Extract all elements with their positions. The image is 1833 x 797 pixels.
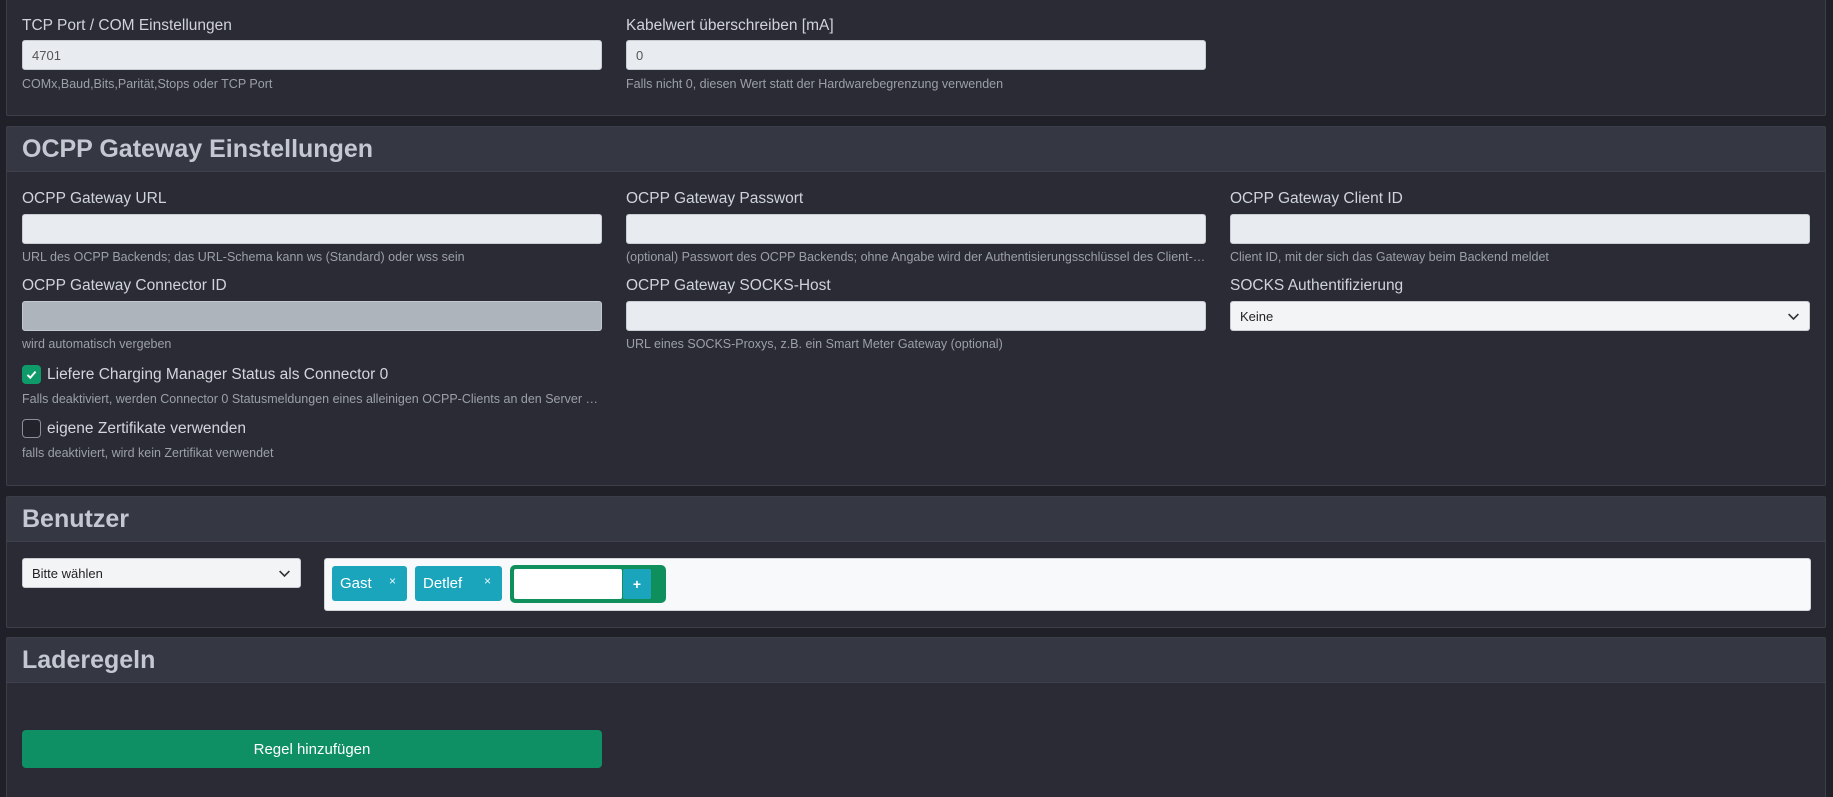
user-tag: Detlef ×: [415, 566, 502, 601]
ocpp-card-header: OCPP Gateway Einstellungen: [7, 127, 1825, 172]
charging-rules-card: Laderegeln Regel hinzufügen: [6, 637, 1826, 797]
cm-status-checkbox-row[interactable]: Liefere Charging Manager Status als Conn…: [22, 365, 388, 384]
users-card: Benutzer Bitte wählen Gast × Detlef × +: [6, 496, 1826, 628]
ocpp-card-title: OCPP Gateway Einstellungen: [22, 134, 374, 163]
tag-input[interactable]: [514, 569, 622, 599]
cable-value-value: 0: [636, 47, 644, 63]
ocpp-url-help: URL des OCPP Backends; das URL-Schema ka…: [22, 250, 465, 264]
user-tag: Gast ×: [332, 566, 407, 601]
cm-status-label: Liefere Charging Manager Status als Conn…: [47, 365, 389, 383]
ocpp-connector-id-input: [22, 301, 602, 331]
ocpp-gateway-card: OCPP Gateway Einstellungen OCPP Gateway …: [6, 126, 1826, 486]
chevron-down-icon: [1788, 312, 1799, 320]
tag-remove-button[interactable]: ×: [484, 574, 491, 588]
cm-status-help: Falls deaktiviert, werden Connector 0 St…: [22, 392, 602, 406]
ocpp-client-id-help: Client ID, mit der sich das Gateway beim…: [1230, 250, 1549, 264]
check-icon: [26, 371, 37, 380]
certs-checkbox-row[interactable]: eigene Zertifikate verwenden: [22, 419, 246, 438]
user-tag-box: Gast × Detlef × +: [324, 558, 1811, 611]
ocpp-client-id-input[interactable]: [1230, 214, 1810, 244]
socks-auth-value: Keine: [1240, 308, 1274, 324]
certs-help: falls deaktiviert, wird kein Zertifikat …: [22, 446, 274, 460]
ocpp-password-label: OCPP Gateway Passwort: [626, 190, 804, 207]
ocpp-socks-host-input[interactable]: [626, 301, 1206, 331]
ocpp-password-input[interactable]: [626, 214, 1206, 244]
ocpp-url-input[interactable]: [22, 214, 602, 244]
socks-auth-label: SOCKS Authentifizierung: [1230, 277, 1404, 294]
ocpp-url-label: OCPP Gateway URL: [22, 190, 167, 207]
add-rule-button[interactable]: Regel hinzufügen: [22, 730, 602, 768]
ocpp-connector-id-label: OCPP Gateway Connector ID: [22, 277, 227, 294]
user-select-value: Bitte wählen: [32, 565, 103, 581]
ocpp-client-id-label: OCPP Gateway Client ID: [1230, 190, 1403, 207]
cm-status-checkbox[interactable]: [22, 365, 41, 384]
socks-auth-select[interactable]: Keine: [1230, 301, 1810, 331]
ocpp-socks-host-label: OCPP Gateway SOCKS-Host: [626, 277, 831, 294]
tag-remove-button[interactable]: ×: [389, 574, 396, 588]
ocpp-socks-host-help: URL eines SOCKS-Proxys, z.B. ein Smart M…: [626, 337, 1003, 351]
certs-checkbox[interactable]: [22, 419, 41, 438]
tcp-port-help: COMx,Baud,Bits,Parität,Stops oder TCP Po…: [22, 77, 273, 91]
users-card-header: Benutzer: [7, 497, 1825, 542]
modbus-settings-card: TCP Port / COM Einstellungen 4701 COMx,B…: [6, 0, 1826, 116]
cable-value-help: Falls nicht 0, diesen Wert statt der Har…: [626, 77, 1004, 91]
ocpp-password-help: (optional) Passwort des OCPP Backends; o…: [626, 250, 1206, 264]
rules-card-title: Laderegeln: [22, 645, 156, 674]
tcp-port-input[interactable]: 4701: [22, 40, 602, 70]
user-tag-label: Gast: [340, 575, 372, 592]
certs-label: eigene Zertifikate verwenden: [47, 419, 247, 437]
cable-value-input[interactable]: 0: [626, 40, 1206, 70]
user-tag-label: Detlef: [423, 575, 463, 592]
tag-entry-group: +: [510, 565, 666, 603]
chevron-down-icon: [279, 569, 290, 577]
add-tag-button[interactable]: +: [623, 569, 651, 599]
user-select[interactable]: Bitte wählen: [22, 558, 301, 588]
ocpp-connector-id-help: wird automatisch vergeben: [22, 337, 172, 351]
users-card-title: Benutzer: [22, 504, 129, 533]
tcp-port-value: 4701: [32, 47, 61, 63]
rules-card-header: Laderegeln: [7, 638, 1825, 683]
tcp-port-label: TCP Port / COM Einstellungen: [22, 17, 232, 34]
cable-value-label: Kabelwert überschreiben [mA]: [626, 17, 834, 34]
